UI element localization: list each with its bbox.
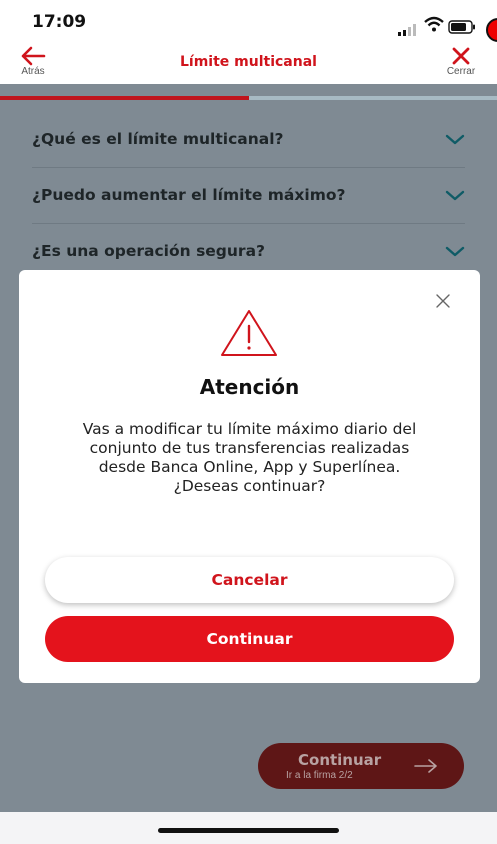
wifi-icon (424, 16, 444, 32)
faq-question: ¿Puedo aumentar el límite máximo? (32, 186, 346, 204)
page-title: Límite multicanal (180, 54, 317, 70)
close-icon (452, 47, 470, 65)
progress-bar (0, 96, 497, 100)
dialog-close-icon[interactable] (436, 294, 450, 308)
signal-icon (398, 24, 416, 36)
chevron-down-icon (445, 246, 465, 257)
footer-continue-label: Continuar (298, 751, 382, 769)
warning-icon (221, 310, 277, 356)
battery-icon (448, 20, 475, 34)
faq-question: ¿Es una operación segura? (32, 242, 266, 260)
confirmation-dialog: Atención Vas a modificar tu límite máxim… (19, 270, 480, 683)
status-bar: 17:09 (0, 0, 497, 44)
faq-item[interactable]: ¿Qué es el límite multicanal? (32, 112, 465, 168)
home-indicator-area (0, 812, 497, 844)
chevron-down-icon (445, 134, 465, 145)
faq-item[interactable]: ¿Puedo aumentar el límite máximo? (32, 168, 465, 224)
status-time: 17:09 (32, 12, 87, 32)
arrow-right-icon (414, 759, 437, 773)
footer-continue-button[interactable]: Continuar Ir a la firma 2/2 (258, 743, 464, 789)
close-button[interactable]: Cerrar (441, 46, 481, 82)
chevron-down-icon (445, 190, 465, 201)
dialog-message: Vas a modificar tu límite máximo diario … (82, 420, 417, 495)
cancel-button[interactable]: Cancelar (45, 557, 454, 603)
progress-fill (0, 96, 249, 100)
dialog-title: Atención (199, 375, 300, 399)
close-label: Cerrar (446, 66, 476, 77)
app-header: Atrás Límite multicanal Cerrar (0, 44, 497, 84)
home-indicator[interactable] (158, 828, 339, 833)
continue-button[interactable]: Continuar (45, 616, 454, 662)
recording-indicator-icon (486, 18, 497, 42)
footer-continue-sub: Ir a la firma 2/2 (286, 770, 353, 781)
faq-question: ¿Qué es el límite multicanal? (32, 130, 284, 148)
